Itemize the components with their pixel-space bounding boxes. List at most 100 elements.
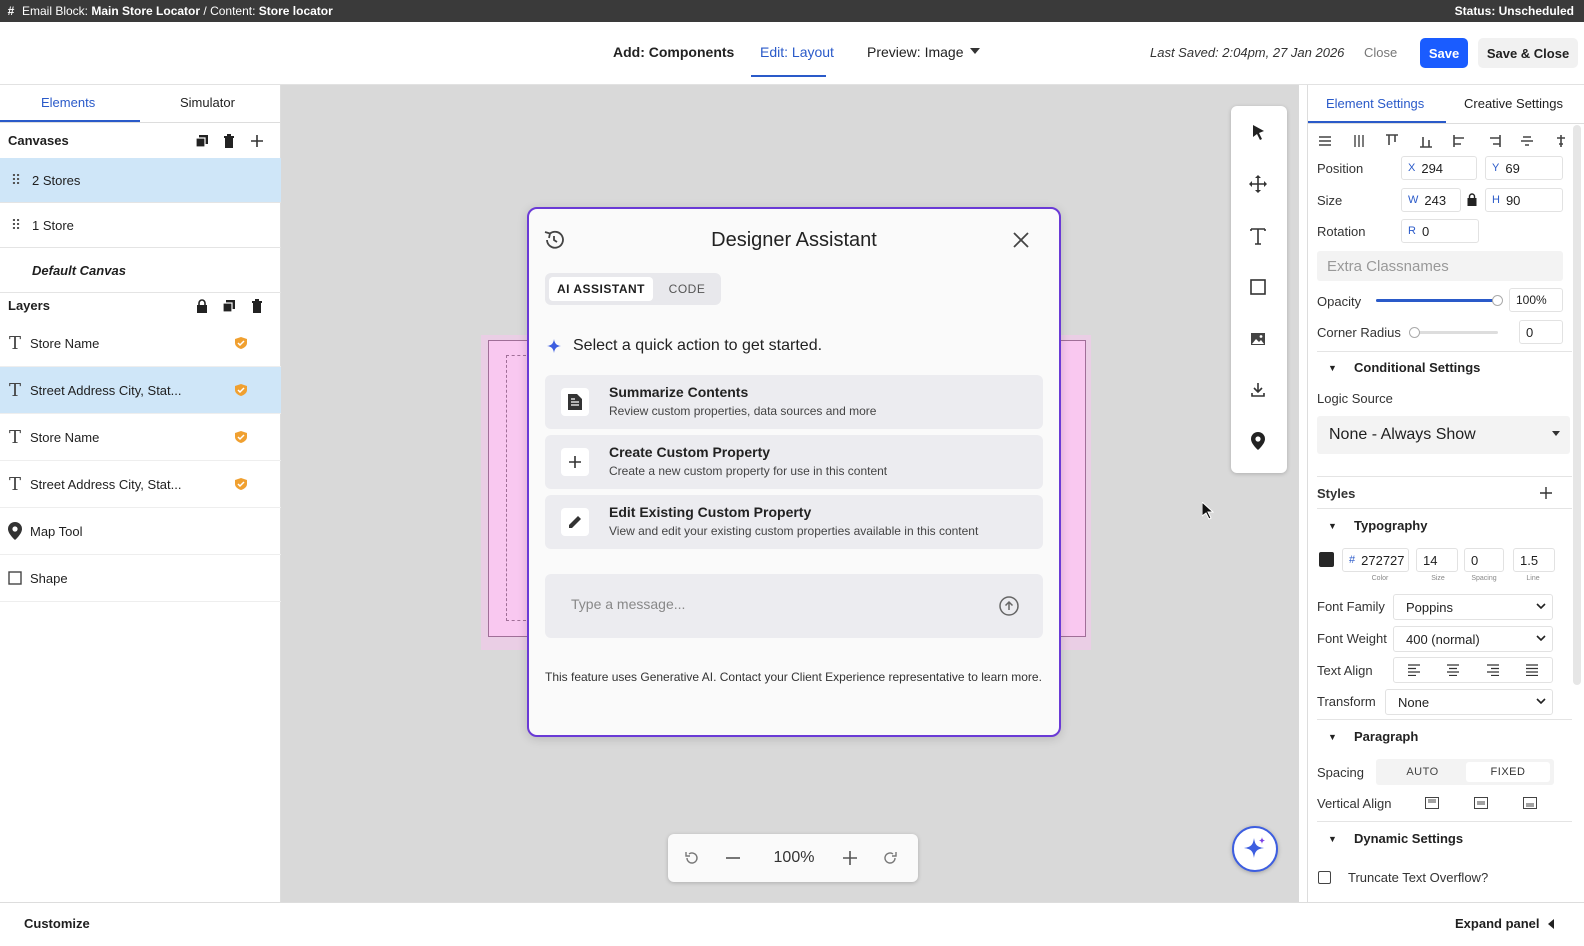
font-size-input[interactable]: 14 [1416,548,1458,572]
canvas-item-2-stores[interactable]: ⠿ 2 Stores [0,158,281,203]
align-text-right-icon[interactable] [1486,664,1499,676]
tab-ai-assistant[interactable]: AI ASSISTANT [549,277,653,301]
rotation-input[interactable]: R0 [1401,219,1479,243]
save-button[interactable]: Save [1420,38,1468,68]
dynamic-settings-toggle[interactable]: ▼ Dynamic Settings [1328,831,1463,846]
canvas-text-box[interactable] [506,355,526,621]
shape-tool-icon[interactable] [1245,274,1271,300]
plus-icon[interactable] [250,134,264,148]
ai-assistant-button[interactable] [1232,826,1278,872]
distribute-horizontal-icon[interactable] [1352,134,1366,148]
line-height-input[interactable]: 1.5 [1513,548,1555,572]
image-tool-icon[interactable] [1245,326,1271,352]
action-edit-property[interactable]: Edit Existing Custom Property View and e… [545,495,1043,549]
corner-radius-slider[interactable] [1409,327,1498,338]
tab-add-components[interactable]: Add: Components [613,44,734,60]
extra-classnames-input[interactable]: Extra Classnames [1317,251,1563,281]
tab-preview[interactable]: Preview: Image [867,44,963,60]
valign-top-icon[interactable] [1424,797,1439,809]
layer-item[interactable]: Shape [0,555,281,602]
save-close-button[interactable]: Save & Close [1478,38,1578,68]
text-tool-icon[interactable] [1245,223,1271,249]
align-text-left-icon[interactable] [1407,664,1420,676]
layer-item[interactable]: T Store Name [0,320,281,367]
send-icon[interactable] [999,596,1019,616]
align-center-icon[interactable] [1554,134,1568,148]
redo-icon[interactable] [880,846,900,870]
customize-button[interactable]: Customize [24,916,90,931]
lock-icon[interactable] [195,299,209,313]
align-right-icon[interactable] [1487,134,1501,148]
align-middle-icon[interactable] [1520,134,1534,148]
logic-source-select[interactable]: None - Always Show [1317,416,1570,454]
layer-item[interactable]: Map Tool [0,508,281,555]
duplicate-icon[interactable] [222,299,236,313]
letter-spacing-input[interactable]: 0 [1464,548,1504,572]
add-style-icon[interactable] [1540,487,1552,499]
scrollbar[interactable] [1573,125,1581,685]
close-icon[interactable] [1013,232,1029,248]
position-y-input[interactable]: Y 69 [1485,156,1563,180]
opacity-slider-handle[interactable] [1492,295,1503,306]
undo-icon[interactable] [682,846,702,870]
distribute-vertical-icon[interactable] [1318,134,1332,148]
tab-element-settings[interactable]: Element Settings [1326,96,1424,111]
tab-creative-settings[interactable]: Creative Settings [1464,96,1563,111]
layer-item[interactable]: T Street Address City, Stat... [0,367,281,414]
corner-radius-input[interactable]: 0 [1519,320,1563,344]
canvas-item-default[interactable]: Default Canvas [0,248,281,293]
size-h-input[interactable]: H 90 [1485,188,1563,212]
color-swatch[interactable] [1319,552,1334,567]
align-left-icon[interactable] [1453,134,1467,148]
color-hex-input[interactable]: #272727 [1342,548,1409,572]
align-text-justify-icon[interactable] [1526,664,1539,676]
caret-down-icon[interactable] [970,48,980,54]
valign-bottom-icon[interactable] [1522,797,1537,809]
expand-panel-button[interactable]: Expand panel [1455,916,1540,931]
pointer-icon[interactable] [1245,119,1271,145]
conditional-settings-toggle[interactable]: ▼ Conditional Settings [1328,360,1480,375]
align-text-center-icon[interactable] [1447,664,1460,676]
message-input[interactable]: Type a message... [545,574,1043,638]
align-top-icon[interactable] [1385,134,1399,148]
tab-simulator[interactable]: Simulator [180,95,235,110]
size-caption: Size [1431,575,1445,582]
action-create-property[interactable]: Create Custom Property Create a new cust… [545,435,1043,489]
zoom-in-icon[interactable] [840,846,860,870]
move-icon[interactable] [1245,171,1271,197]
download-icon[interactable] [1245,377,1271,403]
caret-left-icon[interactable] [1548,919,1554,929]
spacing-auto-option[interactable]: AUTO [1380,762,1465,782]
size-w-input[interactable]: W 243 [1401,188,1461,212]
status-label: Status: Unscheduled [1454,4,1574,18]
lock-icon[interactable] [1467,193,1477,206]
opacity-slider[interactable] [1376,295,1503,306]
corner-radius-slider-handle[interactable] [1409,327,1420,338]
tab-edit-layout[interactable]: Edit: Layout [760,44,834,60]
canvas-item-1-store[interactable]: ⠿ 1 Store [0,203,281,248]
align-bottom-icon[interactable] [1419,134,1433,148]
typography-toggle[interactable]: ▼ Typography [1328,518,1427,533]
close-button[interactable]: Close [1364,45,1397,60]
drag-handle-icon[interactable]: ⠿ [0,217,32,234]
truncate-checkbox[interactable] [1318,871,1331,884]
spacing-fixed-option[interactable]: FIXED [1466,762,1550,782]
opacity-input[interactable]: 100% [1509,288,1563,312]
valign-middle-icon[interactable] [1473,797,1488,809]
duplicate-icon[interactable] [195,134,209,148]
paragraph-toggle[interactable]: ▼ Paragraph [1328,729,1418,744]
trash-icon[interactable] [222,134,236,148]
action-summarize[interactable]: Summarize Contents Review custom propert… [545,375,1043,429]
tab-code[interactable]: CODE [657,277,717,301]
font-family-select[interactable]: Poppins [1393,594,1553,620]
tab-elements[interactable]: Elements [41,95,95,110]
zoom-out-icon[interactable] [723,846,743,870]
drag-handle-icon[interactable]: ⠿ [0,172,32,189]
position-x-input[interactable]: X 294 [1401,156,1477,180]
transform-select[interactable]: None [1385,689,1553,715]
layer-item[interactable]: T Street Address City, Stat... [0,461,281,508]
map-pin-icon[interactable] [1245,428,1271,454]
font-weight-select[interactable]: 400 (normal) [1393,626,1553,652]
layer-item[interactable]: T Store Name [0,414,281,461]
trash-icon[interactable] [250,299,264,313]
